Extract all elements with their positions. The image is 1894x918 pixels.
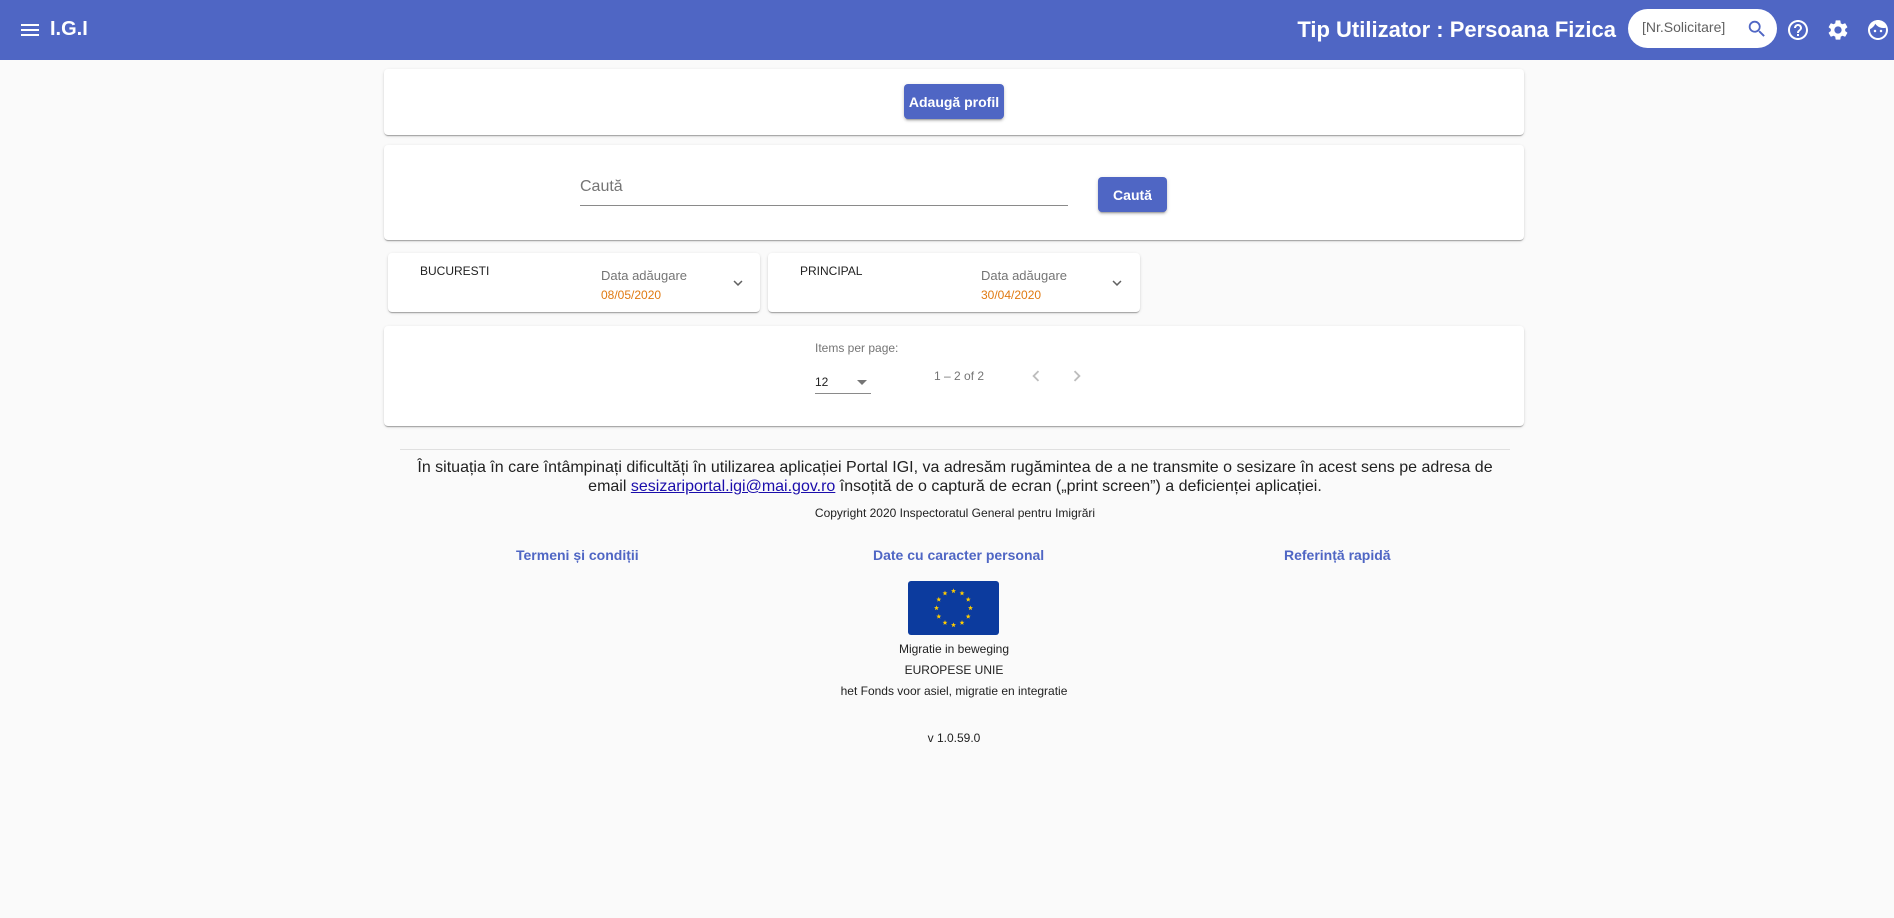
- profile-panel-bucuresti[interactable]: BUCURESTI Data adăugare 08/05/2020: [388, 253, 760, 312]
- previous-page-icon[interactable]: [1025, 365, 1047, 387]
- footer-divider: [400, 449, 1510, 450]
- help-icon[interactable]: [1786, 18, 1810, 42]
- notice-text-end: însoțită de o captură de ecran („print s…: [835, 478, 1322, 495]
- account-face-icon[interactable]: [1866, 18, 1890, 42]
- search-icon[interactable]: [1746, 18, 1768, 40]
- user-type-label: Tip Utilizator : Persoana Fizica: [1297, 17, 1616, 42]
- quick-reference-link[interactable]: Referință rapidă: [1284, 547, 1391, 563]
- profile-name: BUCURESTI: [420, 264, 490, 278]
- search-button[interactable]: Caută: [1098, 177, 1167, 212]
- add-profile-button[interactable]: Adaugă profil: [904, 84, 1004, 119]
- eu-flag-logo: [908, 581, 999, 635]
- top-toolbar: I.G.I Tip Utilizator : Persoana Fizica: [0, 0, 1894, 60]
- profile-name: PRINCIPAL: [800, 264, 863, 278]
- app-title: I.G.I: [50, 18, 88, 40]
- next-page-icon[interactable]: [1066, 365, 1088, 387]
- dropdown-arrow-icon: [857, 380, 867, 385]
- add-profile-card: Adaugă profil: [384, 69, 1524, 135]
- terms-link[interactable]: Termeni și condiții: [516, 547, 639, 563]
- gear-icon[interactable]: [1826, 18, 1850, 42]
- date-added-label: Data adăugare: [601, 268, 688, 283]
- menu-icon[interactable]: [18, 18, 42, 42]
- request-number-input[interactable]: [1642, 19, 1742, 35]
- date-added-value: 30/04/2020: [981, 288, 1042, 302]
- support-notice: În situația în care întâmpinați dificult…: [400, 458, 1510, 496]
- personal-data-link[interactable]: Date cu caracter personal: [873, 547, 1044, 563]
- range-label: 1 – 2 of 2: [934, 369, 985, 383]
- support-email-link[interactable]: sesizariportal.igi@mai.gov.ro: [631, 478, 835, 495]
- eu-line-1: Migratie in beweging: [898, 642, 1010, 656]
- app-version: v 1.0.59.0: [927, 731, 981, 745]
- chevron-down-icon[interactable]: [729, 274, 747, 292]
- search-field: [580, 174, 1068, 206]
- date-added-label: Data adăugare: [981, 268, 1068, 283]
- eu-line-2: EUROPESE UNIE: [904, 663, 1004, 677]
- request-number-search: [1628, 9, 1777, 48]
- copyright: Copyright 2020 Inspectoratul General pen…: [814, 506, 1096, 520]
- page-size-select[interactable]: 12: [815, 372, 871, 394]
- eu-line-3: het Fonds voor asiel, migratie en integr…: [840, 684, 1068, 698]
- items-per-page-label: Items per page:: [815, 341, 899, 355]
- profile-panel-principal[interactable]: PRINCIPAL Data adăugare 30/04/2020: [768, 253, 1140, 312]
- page-size-value: 12: [815, 375, 829, 389]
- chevron-down-icon[interactable]: [1108, 274, 1126, 292]
- date-added-value: 08/05/2020: [601, 288, 662, 302]
- search-input[interactable]: [580, 178, 1068, 196]
